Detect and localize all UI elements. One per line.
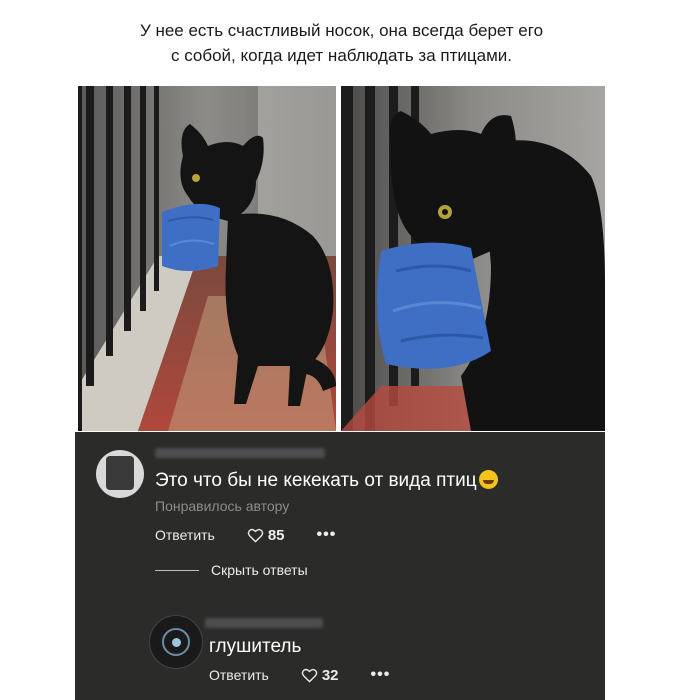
heart-icon (301, 668, 318, 683)
liked-by-author-label: Понравилось автору (155, 498, 290, 514)
caption-line-1: У нее есть счастливый носок, она всегда … (139, 21, 544, 40)
divider-line (155, 569, 199, 571)
avatar[interactable] (96, 450, 144, 498)
reply-actions: Ответить 32 ••• (209, 666, 390, 684)
caption-line-2: с собой, когда идет наблюдать за птицами… (171, 46, 512, 65)
more-options-icon[interactable]: ••• (317, 526, 337, 544)
hide-replies-button[interactable]: Скрыть ответы (155, 562, 308, 578)
reply-button[interactable]: Ответить (155, 527, 215, 543)
reply-button[interactable]: Ответить (209, 667, 269, 683)
sweat-smile-emoji-icon (478, 470, 498, 489)
comment-body: Это что бы не кекекать от вида птиц (155, 470, 477, 491)
photo-cat-closeup[interactable] (341, 86, 605, 431)
like-button[interactable]: 32 (301, 667, 339, 684)
like-button[interactable]: 85 (247, 527, 285, 544)
like-count: 32 (321, 666, 339, 684)
username-redacted (155, 448, 325, 458)
reply-username-redacted (205, 618, 323, 628)
heart-icon (247, 528, 264, 543)
comment-actions: Ответить 85 ••• (155, 526, 336, 544)
photo-cat-railing[interactable] (78, 86, 336, 431)
post-caption: У нее есть счастливый носок, она всегда … (78, 18, 605, 68)
comments-section: Это что бы не кекекать от вида птиц Понр… (75, 432, 605, 700)
post-card: У нее есть счастливый носок, она всегда … (78, 10, 605, 431)
reply-avatar[interactable] (149, 615, 203, 669)
comment-text: Это что бы не кекекать от вида птиц (155, 470, 498, 492)
reply-text: глушитель (209, 636, 302, 657)
like-count: 85 (267, 526, 285, 544)
more-options-icon[interactable]: ••• (371, 666, 391, 684)
hide-replies-label: Скрыть ответы (211, 562, 308, 578)
